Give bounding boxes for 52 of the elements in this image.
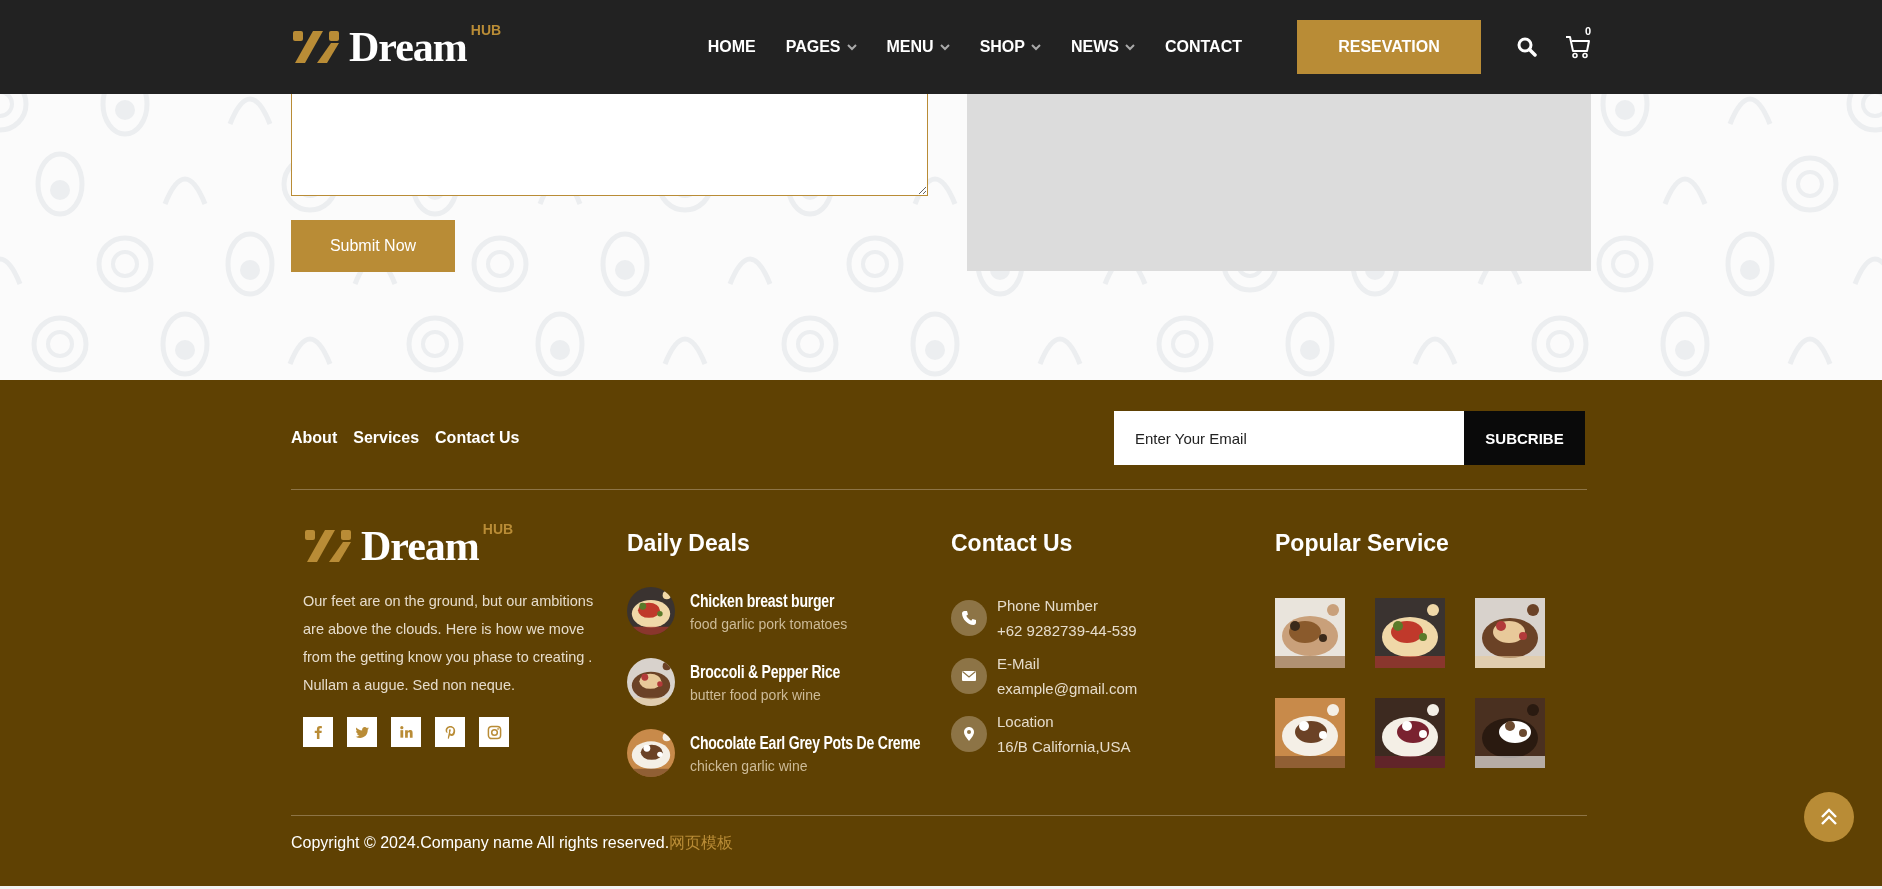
social-button[interactable] [435,717,465,747]
contact-label: E-Mail [997,655,1041,672]
footer-link[interactable]: About [291,429,338,447]
about-text: Our feet are on the ground, but our ambitions are above the clouds. Here is how we move from the getting know you phase to creating . Nullam a augue. Sed non neque. [303,592,595,695]
location-pin-icon [961,726,977,742]
logo-text[interactable]: Dream [349,26,467,68]
social-button[interactable] [303,717,333,747]
footer-link[interactable]: Services [353,429,420,447]
logo-suffix-text: HUB [470,22,502,38]
deal-subtitle: butter food pork wine [690,686,822,703]
contact-label: Location [997,713,1055,730]
nav-link[interactable]: NEWS [1070,38,1135,56]
nav-link[interactable]: HOME [707,38,756,56]
social-button[interactable] [479,717,509,747]
contact-label: Phone Number [997,597,1099,614]
logo-text[interactable]: Dream [361,525,479,567]
email-field[interactable]: Enter Your Email [1114,411,1464,465]
phone-icon [961,610,977,626]
cart-icon[interactable] [1565,35,1591,59]
column-heading: Popular Service [1275,530,1450,557]
deal-title[interactable]: Chicken breast burger [690,590,835,612]
contact-value: example@gmail.com [997,680,1138,697]
deal-title[interactable]: Broccoli & Pepper Rice [690,661,841,683]
double-chevron-up-icon [1819,808,1839,826]
column-heading: Contact Us [951,530,1074,557]
chevron-down-icon [939,43,950,51]
subscribe-button[interactable]: SUBCRIBE [1464,411,1585,465]
social-button[interactable] [347,717,377,747]
logo-suffix-text: HUB [482,521,514,537]
footer-link[interactable]: Contact Us [435,429,520,447]
column-heading: Daily Deals [627,530,751,557]
linkedin-icon [398,724,414,740]
contact-value: 16/B California,USA [997,738,1131,755]
social-button[interactable] [391,717,421,747]
deal-subtitle: chicken garlic wine [690,757,809,774]
deal-title[interactable]: Chocolate Earl Grey Pots De Creme [690,732,921,754]
nav-link[interactable]: PAGES [785,38,857,56]
nav-link[interactable]: SHOP [979,38,1041,56]
nav-link[interactable]: CONTACT [1164,38,1242,56]
message-field[interactable] [291,94,928,196]
chevron-down-icon [846,43,857,51]
cart-count: 0 [1584,25,1591,37]
bird-icon [354,724,370,740]
contact-value: +62 9282739-44-539 [997,622,1137,639]
chevron-down-icon [1030,43,1041,51]
envelope-icon [961,668,977,684]
chevron-down-icon [1124,43,1135,51]
copyright-text: Copyright © 2024.Company name All rights reserved.网页模板 [291,833,735,853]
deal-subtitle: food garlic pork tomatoes [690,615,849,632]
nav-link[interactable]: MENU [886,38,950,56]
search-icon[interactable] [1517,37,1537,57]
camera-icon [486,724,502,740]
